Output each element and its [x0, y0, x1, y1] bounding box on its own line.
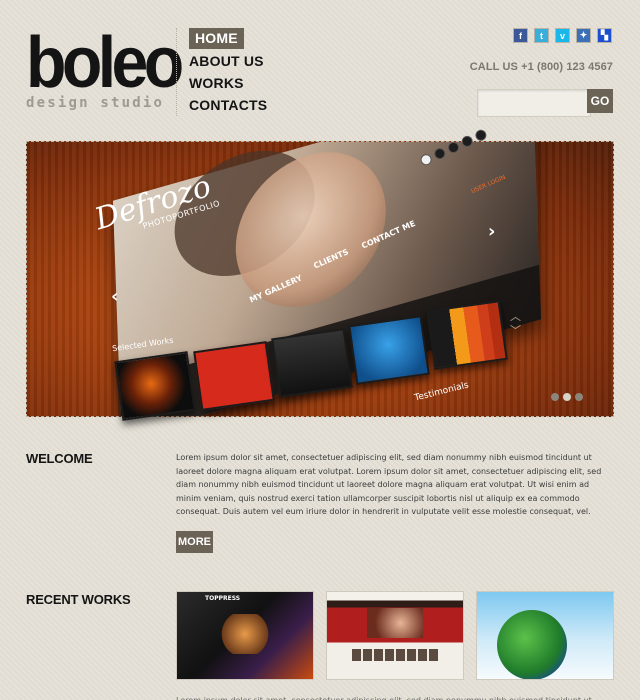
slide-prev-arrow-icon[interactable]: ‹ [111, 286, 118, 307]
slide-thumb-5 [426, 300, 508, 370]
work-2-photo [367, 608, 423, 638]
slide-thumb-1 [114, 351, 196, 421]
logo[interactable]: boleo design studio [26, 23, 184, 111]
slider-dot-active[interactable] [563, 393, 571, 401]
call-us-text: CALL US +1 (800) 123 4567 [469, 61, 613, 73]
slide-thumb-3 [271, 328, 353, 398]
nav-contacts[interactable]: CONTACTS [189, 94, 267, 116]
nav-works[interactable]: WORKS [189, 72, 267, 94]
twitter-icon[interactable]: t [534, 28, 549, 43]
search-input[interactable] [477, 89, 591, 117]
work-1-title: TOPPRESS [205, 595, 241, 602]
welcome-text: Lorem ipsum dolor sit amet, consectetuer… [176, 453, 602, 516]
work-1-image [219, 614, 271, 654]
recent-work-2[interactable] [326, 591, 464, 680]
nav-about-us[interactable]: ABOUT US [189, 50, 267, 72]
recent-works-heading: RECENT WORKS [26, 592, 131, 607]
logo-title: boleo [26, 23, 184, 103]
slide-thumb-4 [348, 315, 430, 385]
slider-dot[interactable] [575, 393, 583, 401]
slide-thumb-2 [193, 341, 275, 411]
slider-dot[interactable] [551, 393, 559, 401]
facebook-icon[interactable]: f [513, 28, 528, 43]
delicious-icon[interactable]: ▚ [597, 28, 612, 43]
header-divider [176, 28, 177, 116]
slider-pagination [551, 393, 583, 401]
more-button[interactable]: MORE [176, 531, 213, 553]
vimeo-icon[interactable]: v [555, 28, 570, 43]
recent-work-3[interactable] [476, 591, 614, 680]
nav-home[interactable]: HOME [189, 28, 244, 49]
flickr-icon[interactable]: ✦ [576, 28, 591, 43]
work-2-thumb-row [352, 649, 438, 661]
main-nav: HOME ABOUT US WORKS CONTACTS [189, 28, 267, 116]
footer-text: Lorem ipsum dolor sit amet, consectetuer… [176, 696, 614, 700]
slide-next-arrow-icon[interactable]: › [488, 221, 495, 242]
welcome-heading: WELCOME [26, 451, 93, 466]
search-go-button[interactable]: GO [587, 89, 613, 113]
recent-work-1[interactable]: TOPPRESS [176, 591, 314, 680]
social-links: f t v ✦ ▚ [513, 28, 612, 43]
chevron-down-icon: ﹀ [510, 324, 521, 337]
work-3-globe [497, 610, 567, 679]
